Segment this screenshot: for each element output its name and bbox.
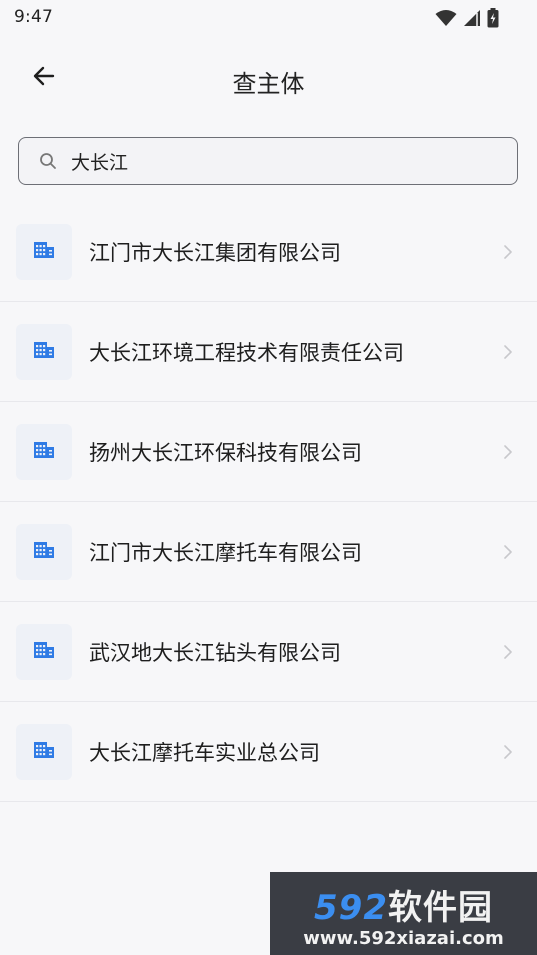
result-label: 江门市大长江集团有限公司 [89, 241, 341, 265]
battery-icon [487, 8, 499, 28]
status-time: 9:47 [14, 7, 53, 27]
chevron-right-icon [503, 244, 513, 260]
building-icon [33, 640, 55, 664]
watermark-brand: 592软件园 [270, 880, 537, 929]
status-icons [435, 7, 499, 29]
chevron-right-icon [503, 344, 513, 360]
result-icon-box [16, 224, 72, 280]
wifi-icon [435, 9, 457, 27]
result-item[interactable]: 江门市大长江集团有限公司 [0, 202, 537, 302]
result-item[interactable]: 武汉地大长江钻头有限公司 [0, 602, 537, 702]
result-icon-box [16, 624, 72, 680]
building-icon [33, 340, 55, 364]
search-icon [39, 152, 57, 170]
building-icon [33, 740, 55, 764]
result-label: 武汉地大长江钻头有限公司 [89, 641, 341, 665]
result-icon-box [16, 424, 72, 480]
building-icon [33, 440, 55, 464]
chevron-right-icon [503, 644, 513, 660]
watermark-brand-text: 软件园 [387, 888, 493, 928]
result-item[interactable]: 大长江摩托车实业总公司 [0, 702, 537, 802]
watermark: 592软件园 www.592xiazai.com [270, 872, 537, 955]
result-item[interactable]: 大长江环境工程技术有限责任公司 [0, 302, 537, 402]
search-box[interactable] [18, 137, 518, 185]
result-label: 江门市大长江摩托车有限公司 [89, 541, 362, 565]
status-bar: 9:47 [0, 0, 537, 36]
header: 查主体 [0, 44, 537, 118]
chevron-right-icon [503, 544, 513, 560]
chevron-right-icon [503, 744, 513, 760]
page-title: 查主体 [232, 70, 305, 98]
result-item[interactable]: 扬州大长江环保科技有限公司 [0, 402, 537, 502]
chevron-right-icon [503, 444, 513, 460]
signal-icon [463, 9, 481, 27]
watermark-brand-number: 592 [314, 888, 388, 928]
result-label: 大长江环境工程技术有限责任公司 [89, 341, 404, 365]
result-item[interactable]: 江门市大长江摩托车有限公司 [0, 502, 537, 602]
building-icon [33, 240, 55, 264]
result-icon-box [16, 524, 72, 580]
result-label: 大长江摩托车实业总公司 [89, 741, 320, 765]
result-label: 扬州大长江环保科技有限公司 [89, 441, 362, 465]
building-icon [33, 540, 55, 564]
result-icon-box [16, 324, 72, 380]
result-icon-box [16, 724, 72, 780]
results-list: 江门市大长江集团有限公司 大长江环境工程技术有限责任公司 扬州大长江环保科技有限… [0, 202, 537, 802]
watermark-url: www.592xiazai.com [303, 928, 504, 949]
search-input[interactable] [71, 144, 501, 178]
